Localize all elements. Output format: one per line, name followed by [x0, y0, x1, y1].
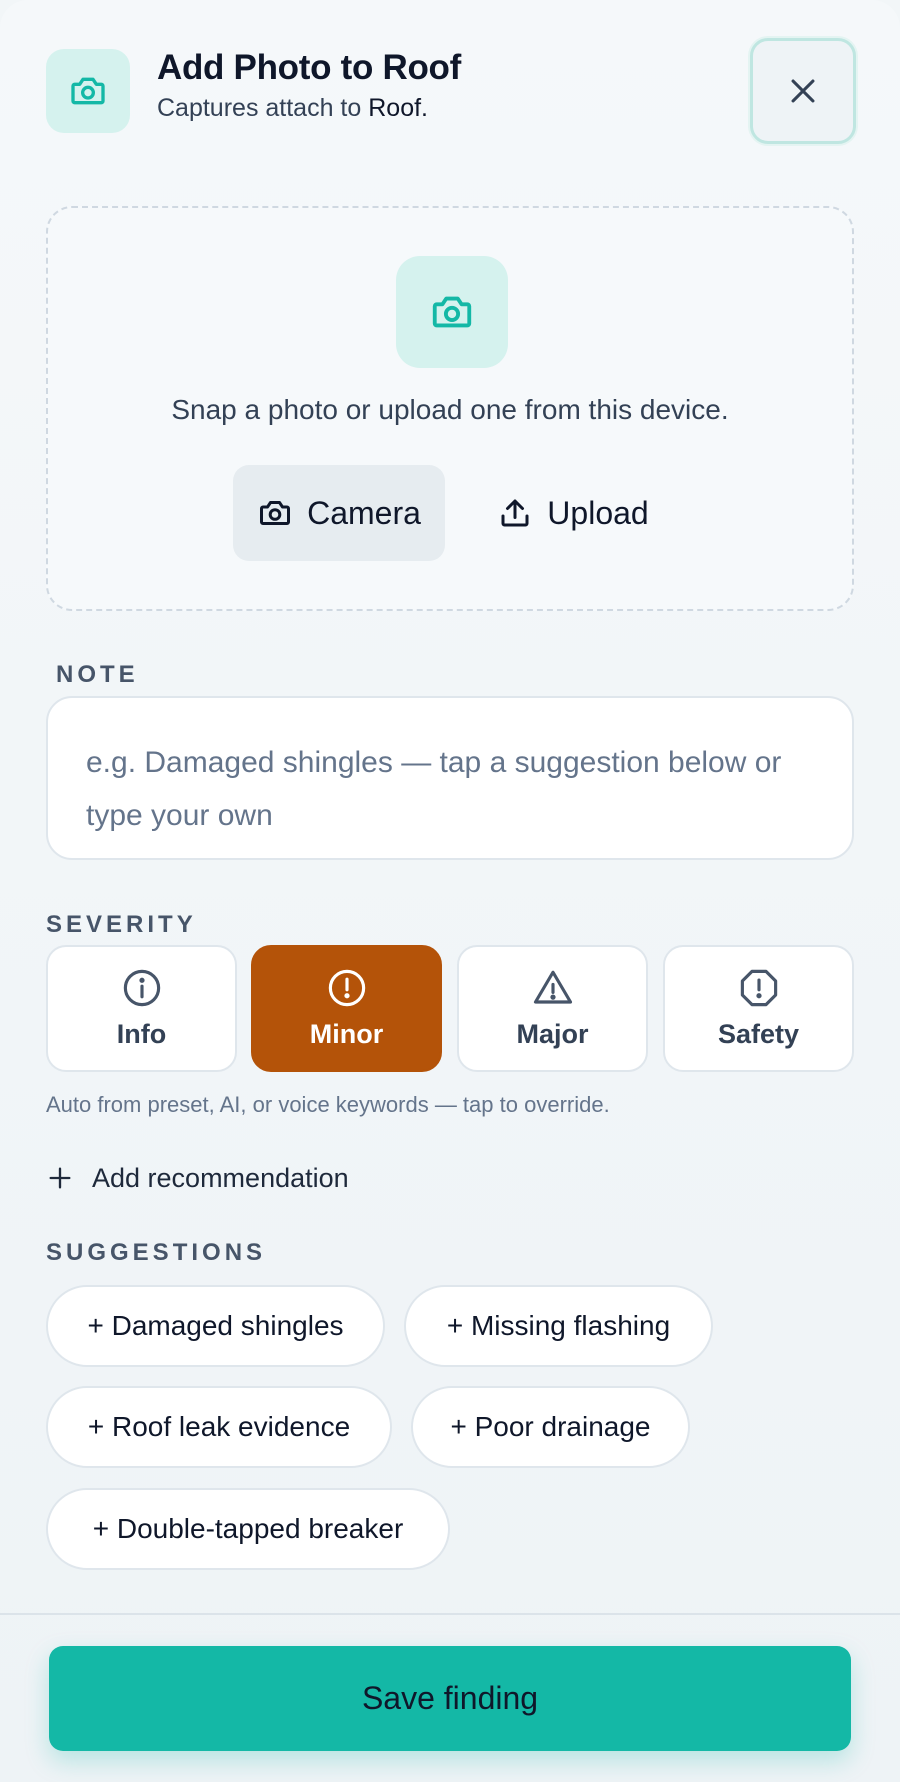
severity-option-info[interactable]: Info [46, 945, 237, 1072]
suggestion-chip[interactable]: + Poor drainage [411, 1386, 690, 1468]
camera-icon [260, 501, 291, 525]
suggestion-chip[interactable]: + Roof leak evidence [46, 1386, 392, 1468]
severity-option-label: Major [516, 1019, 589, 1049]
note-textarea[interactable]: e.g. Damaged shingles — tap a suggestion… [46, 696, 854, 860]
info-circle-icon [123, 969, 160, 1007]
save-finding-button[interactable]: Save finding [49, 1646, 851, 1751]
note-label: NOTE [56, 661, 139, 688]
subtitle-prefix: Captures attach to [157, 94, 362, 122]
alert-octagon-icon [740, 969, 777, 1007]
severity-option-safety[interactable]: Safety [663, 945, 854, 1072]
severity-option-label: Info [116, 1019, 167, 1049]
camera-button-label: Camera [307, 494, 421, 531]
close-button[interactable] [750, 38, 856, 144]
capture-dropzone[interactable]: Snap a photo or upload one from this dev… [46, 206, 854, 611]
severity-option-major[interactable]: Major [457, 945, 648, 1072]
alert-circle-icon [328, 969, 365, 1007]
add-recommendation-label: Add recommendation [92, 1162, 349, 1193]
save-finding-label: Save finding [361, 1680, 539, 1716]
upload-button-label: Upload [547, 494, 649, 531]
add-photo-sheet: Add Photo to Roof Captures attach to Roo… [0, 0, 900, 1782]
upload-button[interactable]: Upload [483, 465, 663, 561]
plus-icon [49, 1167, 71, 1189]
footer-divider [0, 1613, 900, 1615]
severity-option-minor[interactable]: Minor [251, 945, 442, 1072]
sheet-title: Add Photo to Roof [157, 48, 461, 87]
camera-icon [396, 256, 508, 368]
severity-hint: Auto from preset, AI, or voice keywords … [46, 1092, 610, 1117]
camera-icon [46, 49, 130, 133]
suggestion-chip[interactable]: + Missing flashing [404, 1285, 713, 1367]
severity-option-label: Minor [309, 1019, 384, 1049]
severity-option-label: Safety [717, 1019, 800, 1049]
capture-prompt: Snap a photo or upload one from this dev… [171, 394, 729, 425]
suggestions-label: SUGGESTIONS [46, 1239, 267, 1266]
suggestion-chip[interactable]: + Double-tapped breaker [46, 1488, 450, 1570]
note-placeholder: e.g. Damaged shingles — tap a suggestion… [86, 746, 782, 832]
warning-triangle-icon [533, 970, 572, 1004]
close-icon [791, 79, 815, 103]
subtitle-target: Roof. [368, 94, 429, 122]
camera-button[interactable]: Camera [233, 465, 445, 561]
suggestion-chip[interactable]: + Damaged shingles [46, 1285, 385, 1367]
upload-icon [501, 499, 529, 527]
severity-label: SEVERITY [46, 911, 197, 938]
add-recommendation-button[interactable]: Add recommendation [46, 1158, 349, 1198]
sheet-subtitle: Captures attach to Roof. [157, 94, 428, 123]
